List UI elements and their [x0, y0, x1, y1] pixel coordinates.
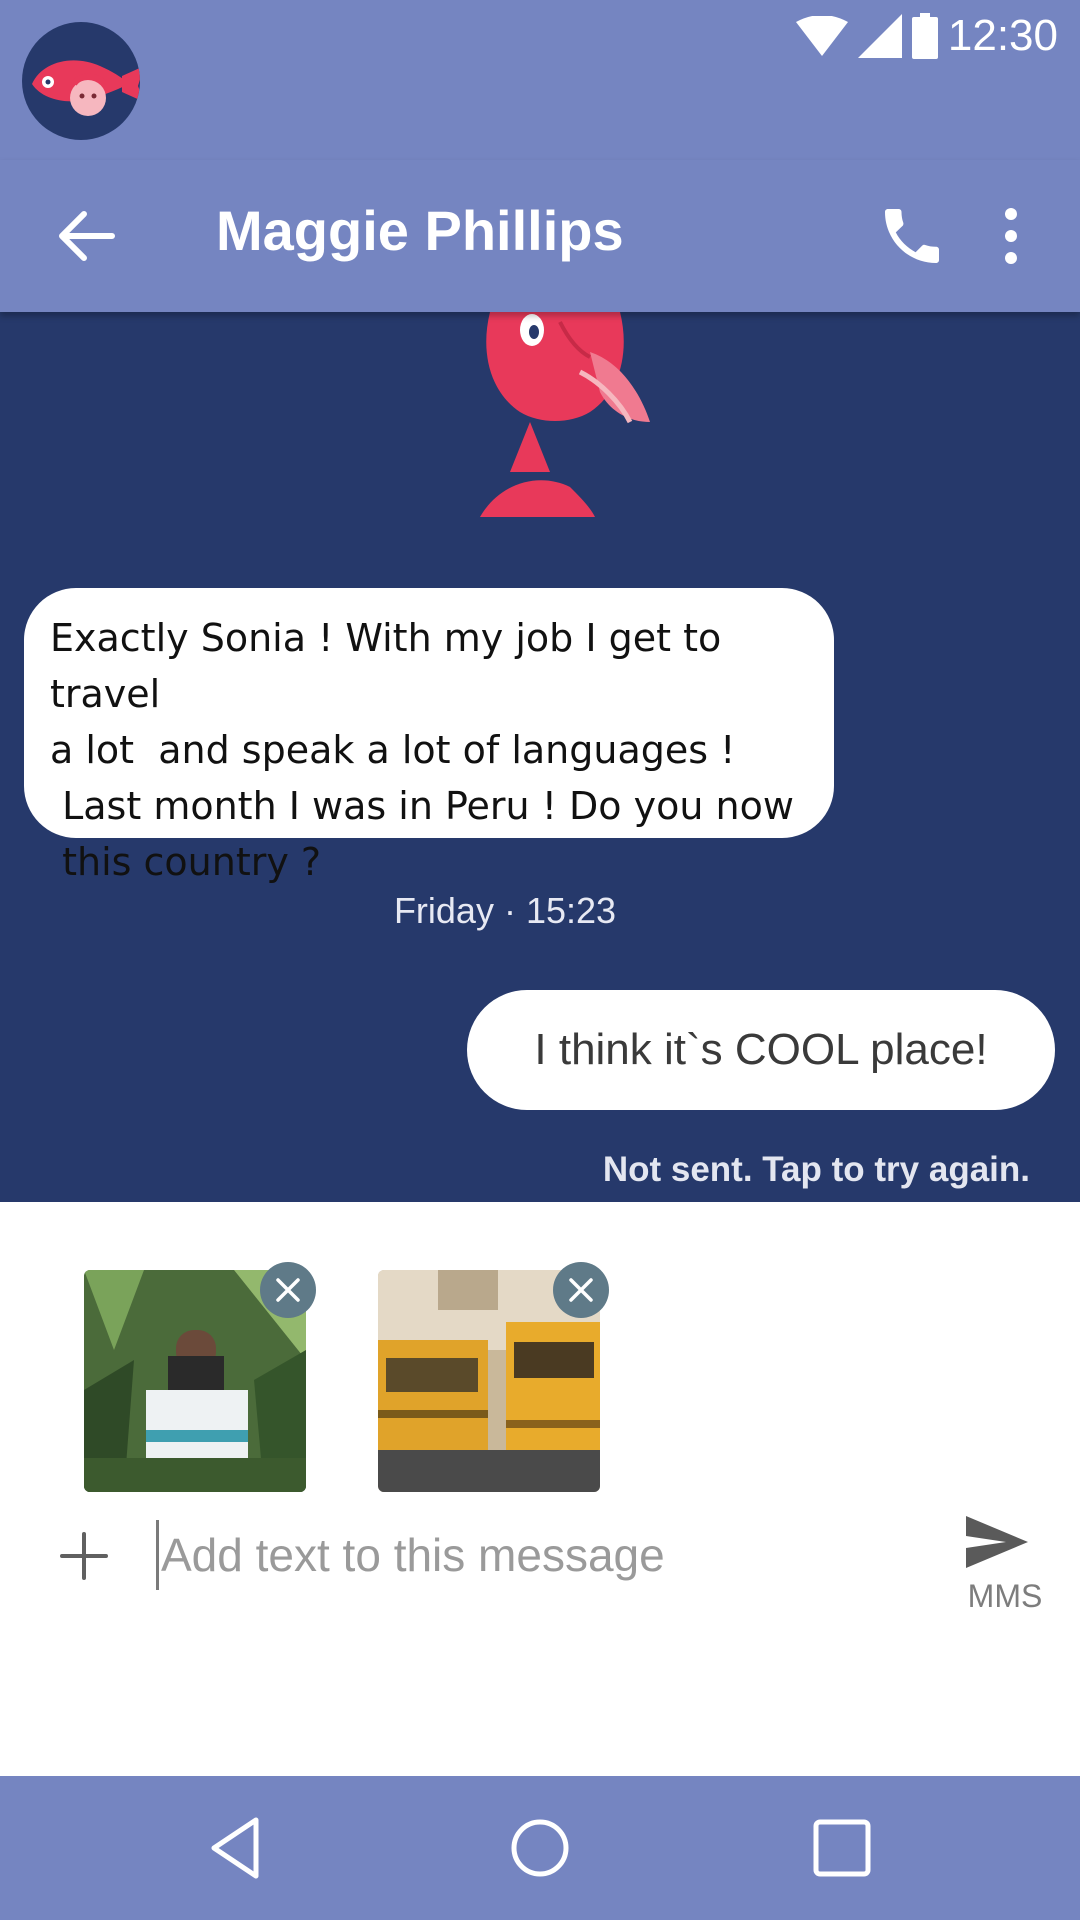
- close-icon: [276, 1278, 300, 1302]
- back-button[interactable]: [50, 198, 126, 274]
- more-vert-icon: [1005, 208, 1017, 264]
- send-mms-label: MMS: [967, 1578, 1043, 1614]
- close-icon: [569, 1278, 593, 1302]
- outgoing-message-bubble[interactable]: I think it`s COOL place!: [467, 990, 1055, 1110]
- nav-recents-icon: [813, 1819, 871, 1877]
- fish-mascot-icon: [480, 312, 650, 517]
- nav-home-icon: [511, 1819, 569, 1877]
- back-arrow-icon: [59, 211, 115, 261]
- plus-icon: [60, 1532, 108, 1580]
- send-mms-button[interactable]: MMS: [950, 1502, 1060, 1622]
- signal-icon: [857, 14, 902, 58]
- remove-attachment-button[interactable]: [260, 1262, 316, 1318]
- conversation-area: Exactly Sonia ! With my job I get to tra…: [0, 312, 1080, 1202]
- battery-icon: [911, 13, 938, 59]
- contact-name: Maggie Phillips: [216, 199, 624, 262]
- remove-attachment-button[interactable]: [553, 1262, 609, 1318]
- incoming-message-bubble[interactable]: Exactly Sonia ! With my job I get to tra…: [24, 588, 834, 884]
- add-attachment-button[interactable]: [58, 1530, 110, 1582]
- compose-area: MMS: [0, 1202, 1080, 1776]
- nav-back-icon: [211, 1817, 259, 1879]
- send-icon: [966, 1516, 1028, 1568]
- status-bar: 12:30: [0, 0, 1080, 160]
- status-icons: 12:30: [795, 11, 1058, 60]
- more-options-button[interactable]: [986, 200, 1036, 272]
- wifi-icon: [795, 16, 848, 56]
- phone-icon: [885, 209, 939, 263]
- fish-logo-icon: [32, 60, 140, 116]
- call-button[interactable]: [876, 200, 948, 272]
- status-time: 12:30: [947, 11, 1058, 60]
- message-input[interactable]: [156, 1520, 921, 1590]
- nav-home-button[interactable]: [504, 1812, 576, 1884]
- app-logo: [22, 22, 140, 140]
- message-timestamp: Friday · 15:23: [393, 890, 617, 931]
- app-bar: Maggie Phillips: [0, 160, 1080, 312]
- navigation-bar: [0, 1776, 1080, 1920]
- nav-back-button[interactable]: [200, 1812, 272, 1884]
- retry-send-status[interactable]: Not sent. Tap to try again.: [603, 1150, 1030, 1190]
- nav-recents-button[interactable]: [806, 1812, 878, 1884]
